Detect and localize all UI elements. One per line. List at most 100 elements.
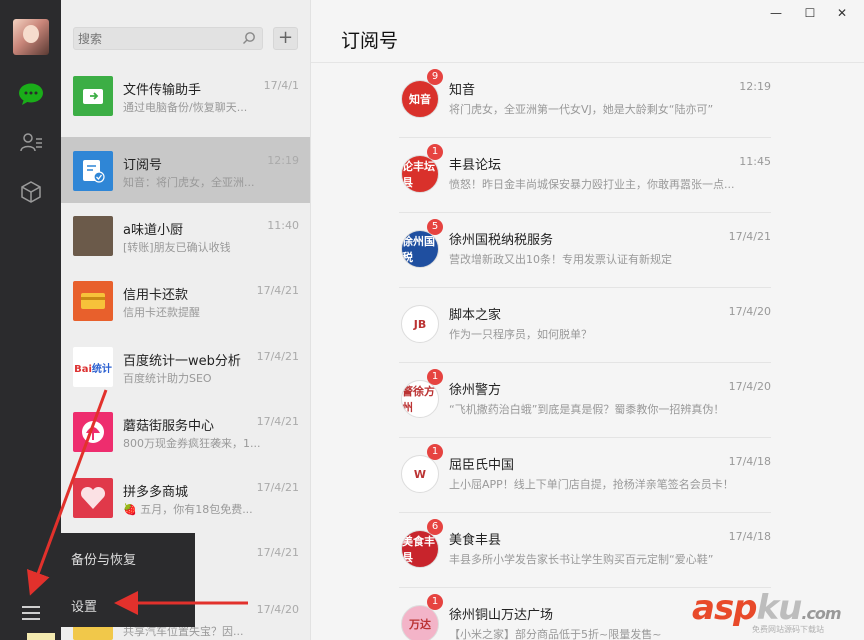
chat-list-item[interactable]: 信用卡还款 17/4/21 信用卡还款提醒 [61, 267, 310, 333]
subscription-time: 17/4/20 [728, 380, 771, 393]
chat-list-item[interactable]: 拼多多商城 17/4/21 🍓 五月，你有18包免费... [61, 464, 310, 530]
chat-list-item[interactable]: 文件传输助手 17/4/1 通过电脑备份/恢复聊天... [61, 62, 310, 128]
chat-name: 蘑菇街服务中心 [123, 419, 215, 434]
chat-name: 订阅号 [123, 158, 163, 173]
file-transfer-icon [73, 76, 113, 116]
subscription-time: 11:45 [739, 155, 771, 168]
subscription-item[interactable]: 警徐方州 1 徐州警方 17/4/20 “飞机撒药治白蛾”到底是真是假？蜀黍教你… [399, 363, 771, 438]
mini-program-icon[interactable] [17, 178, 45, 206]
unread-badge: 1 [427, 369, 443, 385]
subscription-logo: 论丰坛县 [401, 155, 439, 193]
subscription-name: 屈臣氏中国 [449, 458, 515, 473]
subscription-desc: 【小米之家】部分商品低于5折~限量发售~ [449, 628, 662, 640]
subscription-name: 知音 [449, 83, 476, 98]
settings-popup-menu: 备份与恢复 设置 [61, 533, 195, 627]
close-button[interactable]: ✕ [834, 6, 850, 20]
menu-icon[interactable] [22, 606, 40, 622]
maximize-button[interactable]: ☐ [802, 6, 818, 20]
chat-preview: 800万现金券疯狂袭来，1... [123, 437, 261, 450]
chat-name: a味道小厨 [123, 223, 183, 238]
chat-preview: 通过电脑备份/恢复聊天... [123, 101, 248, 114]
subscription-name: 徐州铜山万达广场 [449, 608, 554, 623]
chat-list-item[interactable]: Bai统计 百度统计一web分析 17/4/21 百度统计助力SEO [61, 333, 310, 399]
subscription-time: 12:19 [739, 80, 771, 93]
kitchen-avatar [73, 216, 113, 256]
unread-badge: 6 [427, 519, 443, 535]
subscription-logo: 知音 [401, 80, 439, 118]
subscription-item[interactable]: JB 脚本之家 17/4/20 作为一只程序员，如何脱单？ [399, 288, 771, 363]
watermark-logo: aspku.com [692, 588, 842, 628]
subscription-time: 17/4/20 [728, 305, 771, 318]
subscription-name: 徐州警方 [449, 383, 502, 398]
chat-time: 17/4/21 [256, 350, 299, 363]
subscription-time: 17/4/18 [728, 455, 771, 468]
subscription-item[interactable]: W 1 屈臣氏中国 17/4/18 上小屈APP！线上下单门店自提，抢杨洋亲笔签… [399, 438, 771, 513]
chat-time: 12:19 [267, 154, 299, 167]
subscription-logo: 美食丰县 [401, 530, 439, 568]
status-tab [27, 633, 55, 640]
left-nav [0, 0, 61, 640]
subscription-desc: 上小屈APP！线上下单门店自提，抢杨洋亲笔签名会员卡！ [449, 478, 734, 491]
subscription-item[interactable]: 论丰坛县 1 丰县论坛 11:45 愤怒！昨日金丰尚城保安暴力殴打业主，你敢再嚣… [399, 138, 771, 213]
chat-time: 11:40 [267, 219, 299, 232]
subscription-icon [73, 151, 113, 191]
chat-list-item[interactable]: 订阅号 12:19 知音：将门虎女，全亚洲... [61, 137, 310, 203]
subscription-item[interactable]: 徐州国税 5 徐州国税纳税服务 17/4/21 营改增新政又出10条！专用发票认… [399, 213, 771, 288]
subscription-logo: 万达 [401, 605, 439, 640]
watermark-subtitle: 免费网站源码下载站 [752, 625, 824, 634]
chat-preview: 百度统计助力SEO [123, 372, 212, 385]
search-icon[interactable] [242, 31, 256, 45]
chat-preview: 信用卡还款提醒 [123, 306, 200, 319]
chat-preview: 知音：将门虎女，全亚洲... [123, 176, 255, 189]
subscription-name: 脚本之家 [449, 308, 502, 323]
chat-list-item[interactable]: a味道小厨 11:40 [转账]朋友已确认收钱 [61, 202, 310, 268]
add-button[interactable]: + [273, 27, 298, 50]
subscription-desc: 作为一只程序员，如何脱单？ [449, 328, 592, 341]
subscription-item[interactable]: 美食丰县 6 美食丰县 17/4/18 丰县多所小学发告家长书让学生购买百元定制… [399, 513, 771, 588]
unread-badge: 5 [427, 219, 443, 235]
chat-name: 拼多多商城 [123, 485, 189, 500]
chat-time: 17/4/21 [256, 284, 299, 297]
subscription-logo: W [401, 455, 439, 493]
baidu-tongji-logo: Bai统计 [73, 347, 113, 387]
search-box[interactable] [73, 27, 263, 50]
subscription-name: 美食丰县 [449, 533, 502, 548]
subscription-logo: JB [401, 305, 439, 343]
avatar[interactable] [13, 19, 49, 55]
chat-time: 17/4/21 [256, 415, 299, 428]
chat-icon[interactable] [17, 80, 45, 108]
subscription-desc: 丰县多所小学发告家长书让学生购买百元定制“爱心鞋” [449, 553, 714, 566]
unread-badge: 1 [427, 594, 443, 610]
subscription-desc: 愤怒！昨日金丰尚城保安暴力殴打业主，你敢再嚣张一点... [449, 178, 735, 191]
subscription-logo: 徐州国税 [401, 230, 439, 268]
backup-restore-menu-item[interactable]: 备份与恢复 [71, 549, 136, 568]
subscription-logo: 警徐方州 [401, 380, 439, 418]
contacts-icon[interactable] [17, 128, 45, 156]
chat-name: 百度统计一web分析 [123, 354, 241, 369]
credit-card-icon [73, 281, 113, 321]
search-row: + [61, 0, 310, 62]
chat-name: 信用卡还款 [123, 288, 189, 303]
mogujie-logo [73, 412, 113, 452]
chat-time: 17/4/21 [256, 546, 299, 559]
chat-time: 17/4/20 [256, 603, 299, 616]
chat-name: 文件传输助手 [123, 83, 202, 98]
subscription-desc: “飞机撒药治白蛾”到底是真是假？蜀黍教你一招辨真伪！ [449, 403, 725, 416]
chat-list-item[interactable]: 蘑菇街服务中心 17/4/21 800万现金券疯狂袭来，1... [61, 398, 310, 464]
chat-time: 17/4/21 [256, 481, 299, 494]
subscription-desc: 将门虎女，全亚洲第一代女VJ，她是大龄剩女“陆亦可” [449, 103, 714, 116]
minimize-button[interactable]: — [768, 6, 784, 20]
subscription-name: 徐州国税纳税服务 [449, 233, 554, 248]
chat-preview: 🍓 五月，你有18包免费... [123, 503, 253, 516]
subscription-desc: 营改增新政又出10条！专用发票认证有新规定 [449, 253, 672, 266]
settings-menu-item[interactable]: 设置 [71, 596, 97, 615]
unread-badge: 1 [427, 144, 443, 160]
subscription-name: 丰县论坛 [449, 158, 502, 173]
subscription-time: 17/4/18 [728, 530, 771, 543]
chat-preview: [转账]朋友已确认收钱 [123, 241, 231, 254]
search-input[interactable] [74, 28, 234, 50]
subscription-item[interactable]: 知音 9 知音 12:19 将门虎女，全亚洲第一代女VJ，她是大龄剩女“陆亦可” [399, 63, 771, 138]
main-panel: — ☐ ✕ 订阅号 知音 9 知音 12:19 将门虎女，全亚洲第一代女VJ，她… [311, 0, 864, 640]
subscription-time: 17/4/21 [728, 230, 771, 243]
chat-time: 17/4/1 [263, 79, 299, 92]
